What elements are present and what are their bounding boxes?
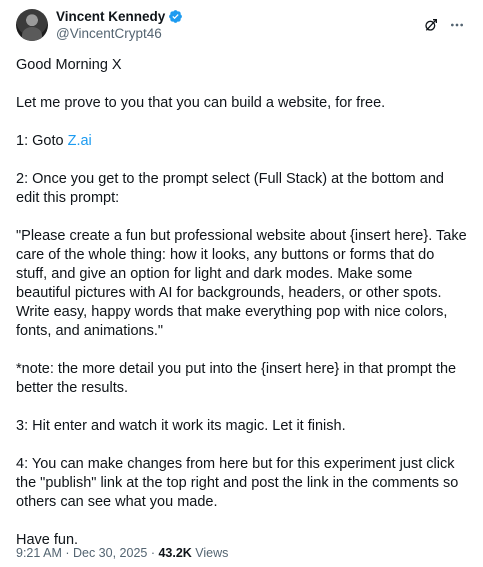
views-label: Views bbox=[191, 546, 229, 560]
paragraph-greeting: Good Morning X bbox=[16, 57, 122, 73]
paragraph-note: *note: the more detail you put into the … bbox=[16, 361, 461, 396]
paragraph-intro: Let me prove to you that you can build a… bbox=[16, 95, 386, 111]
zai-link[interactable]: Z.ai bbox=[68, 133, 92, 149]
paragraph-step-4: 4: You can make changes from here but fo… bbox=[16, 456, 463, 510]
post-text: Good Morning X Let me prove to you that … bbox=[16, 56, 467, 550]
views-count: 43.2K bbox=[158, 546, 192, 560]
author-handle[interactable]: @VincentCrypt46 bbox=[56, 25, 183, 42]
display-name-row: Vincent Kennedy bbox=[56, 8, 183, 25]
avatar[interactable] bbox=[16, 9, 48, 41]
paragraph-step-3: 3: Hit enter and watch it work its magic… bbox=[16, 418, 346, 434]
paragraph-prompt-quote: "Please create a fun but professional we… bbox=[16, 228, 471, 339]
step-1-text: 1: Goto bbox=[16, 133, 68, 149]
post-meta: 9:21 AM · Dec 30, 2025 · 43.2K Views bbox=[16, 546, 228, 560]
author-info: Vincent Kennedy @VincentCrypt46 bbox=[56, 8, 183, 42]
post-time[interactable]: 9:21 AM bbox=[16, 546, 62, 560]
more-icon[interactable] bbox=[449, 17, 465, 33]
post-card: Vincent Kennedy @VincentCrypt46 Good Mor… bbox=[0, 0, 483, 567]
verified-badge-icon bbox=[169, 10, 183, 23]
display-name[interactable]: Vincent Kennedy bbox=[56, 8, 165, 25]
meta-separator: · bbox=[61, 546, 73, 560]
post-header: Vincent Kennedy @VincentCrypt46 bbox=[16, 8, 467, 42]
meta-separator: · bbox=[147, 546, 159, 560]
grok-icon[interactable] bbox=[423, 17, 439, 33]
post-date[interactable]: Dec 30, 2025 bbox=[73, 546, 147, 560]
header-actions bbox=[423, 17, 465, 33]
paragraph-step-2: 2: Once you get to the prompt select (Fu… bbox=[16, 171, 449, 206]
paragraph-step-1: 1: Goto Z.ai bbox=[16, 132, 467, 151]
